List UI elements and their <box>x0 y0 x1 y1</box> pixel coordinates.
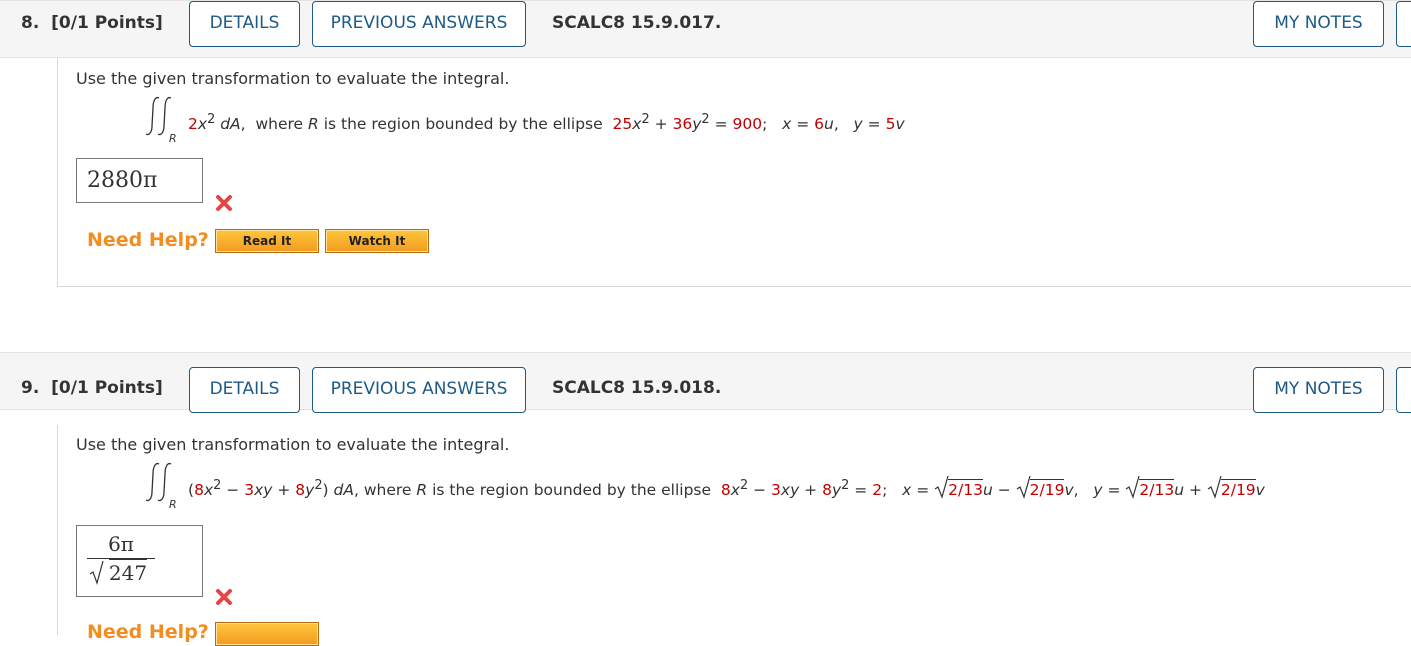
region-subscript: R <box>169 498 177 511</box>
sqrt-icon <box>89 560 104 585</box>
my-notes-button[interactable]: MY NOTES <box>1253 367 1384 413</box>
answer-value: 2880π <box>87 168 158 193</box>
watch-it-button[interactable]: Watch It <box>325 229 429 253</box>
previous-answers-button[interactable]: PREVIOUS ANSWERS <box>312 1 526 47</box>
my-notes-button[interactable]: MY NOTES <box>1253 1 1384 47</box>
question-number-label: 8. [0/1 Points] <box>21 13 163 33</box>
previous-answers-button[interactable]: PREVIOUS ANSWERS <box>312 367 526 413</box>
question-8-header: 8. [0/1 Points] DETAILS PREVIOUS ANSWERS… <box>0 0 1411 58</box>
details-button[interactable]: DETAILS <box>189 1 300 47</box>
points-label: [0/1 Points] <box>51 378 163 398</box>
answer-fraction: 6π 247 <box>87 532 155 586</box>
need-help-label: Need Help? <box>87 621 209 643</box>
region-subscript: R <box>169 132 177 145</box>
question-9-body <box>57 425 1411 635</box>
question-reference: SCALC8 15.9.017. <box>552 13 722 33</box>
read-it-button[interactable] <box>215 622 319 646</box>
need-help-label: Need Help? <box>87 229 209 251</box>
points-label: [0/1 Points] <box>51 13 163 33</box>
answer-input[interactable]: 6π 247 <box>76 525 203 597</box>
answer-input[interactable]: 2880π <box>76 158 203 203</box>
ask-teacher-button[interactable] <box>1396 367 1411 413</box>
ask-teacher-button[interactable] <box>1396 1 1411 47</box>
question-prompt: Use the given transformation to evaluate… <box>76 69 510 88</box>
answer-numerator: 6π <box>108 532 134 556</box>
answer-denominator: 247 <box>108 559 148 585</box>
read-it-button[interactable]: Read It <box>215 229 319 253</box>
incorrect-x-icon <box>216 195 232 211</box>
question-number-label: 9. [0/1 Points] <box>21 378 163 398</box>
question-9-header: 9. [0/1 Points] DETAILS PREVIOUS ANSWERS… <box>0 352 1411 413</box>
question-prompt: Use the given transformation to evaluate… <box>76 435 510 454</box>
incorrect-x-icon <box>216 589 232 605</box>
question-reference: SCALC8 15.9.018. <box>552 378 722 398</box>
details-button[interactable]: DETAILS <box>189 367 300 413</box>
